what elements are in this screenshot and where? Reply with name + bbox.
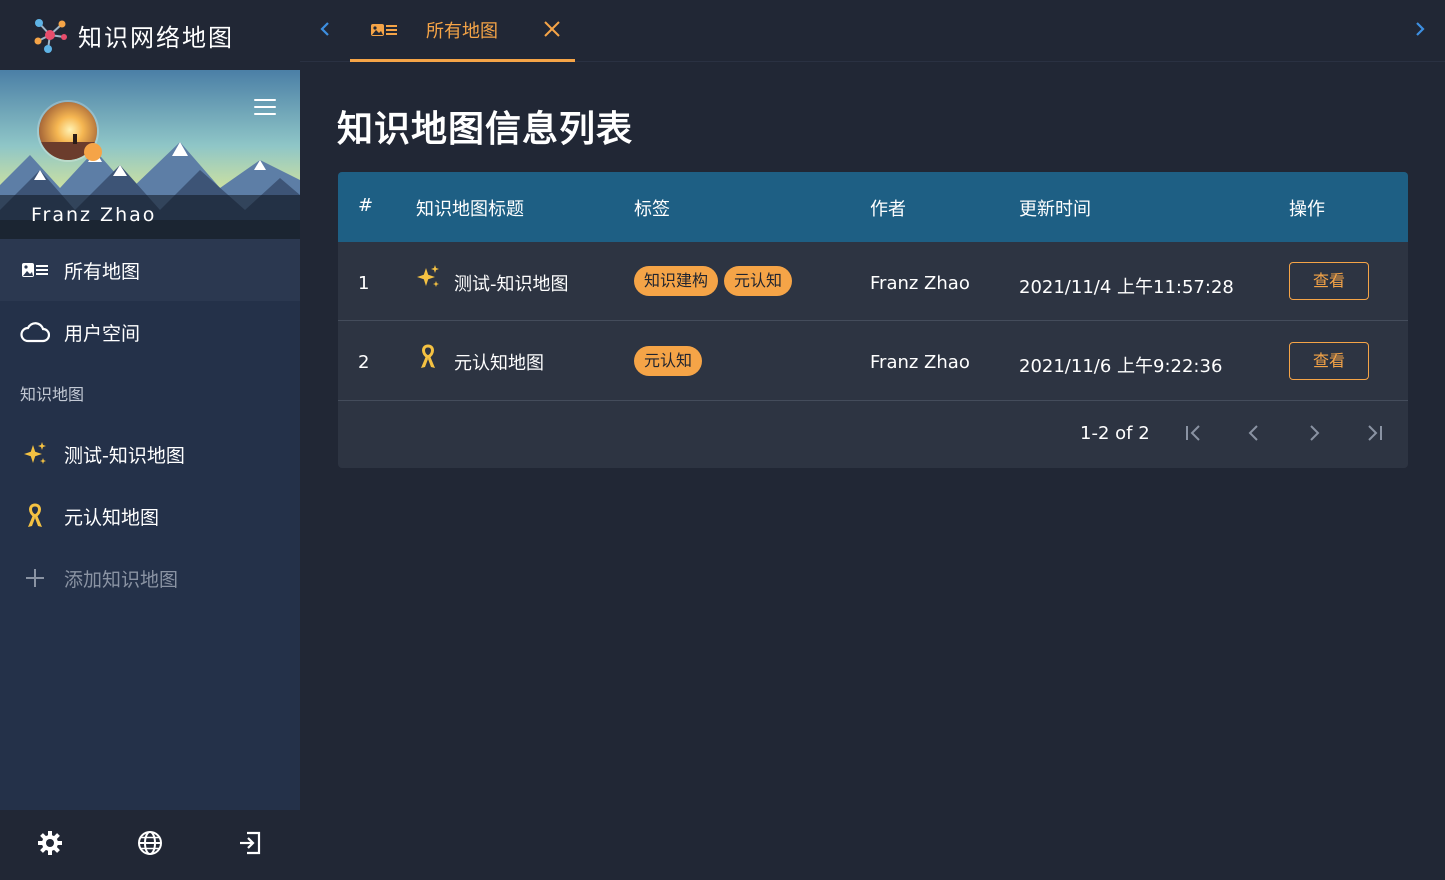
chevron-right-icon xyxy=(1307,424,1321,446)
sidebar-item-label: 元认知地图 xyxy=(64,506,160,529)
column-header-index[interactable]: # xyxy=(358,195,373,216)
row-index: 2 xyxy=(358,352,370,373)
sidebar-item-label: 用户空间 xyxy=(64,322,141,345)
profile-banner: Franz Zhao xyxy=(0,70,300,239)
globe-icon xyxy=(137,830,163,860)
first-page-button[interactable] xyxy=(1180,421,1208,449)
cloud-icon xyxy=(20,317,50,347)
sidebar-item-all-maps[interactable]: 所有地图 xyxy=(0,239,300,301)
sidebar-item-user-space[interactable]: 用户空间 xyxy=(0,301,300,363)
table-row[interactable]: 1 测试-知识地图 知识建构 元认知 Franz Zhao 2021/11/4 … xyxy=(338,242,1408,321)
network-logo-icon xyxy=(30,15,70,55)
app-title: 知识网络地图 xyxy=(78,23,234,52)
menu-toggle-icon[interactable] xyxy=(252,96,278,118)
map-list-icon xyxy=(370,20,398,44)
sidebar-item-test-map[interactable]: 测试-知识地图 xyxy=(0,423,300,485)
sparkles-icon xyxy=(20,439,50,469)
user-name: Franz Zhao xyxy=(31,204,157,226)
language-button[interactable] xyxy=(100,810,200,880)
tag-chip[interactable]: 元认知 xyxy=(724,266,793,296)
page-title: 知识地图信息列表 xyxy=(337,109,634,150)
sidebar-item-metacognition-map[interactable]: 元认知地图 xyxy=(0,485,300,547)
sidebar-item-label: 所有地图 xyxy=(64,260,141,283)
row-author: Franz Zhao xyxy=(870,352,970,373)
sidebar-item-label: 测试-知识地图 xyxy=(64,444,185,467)
settings-button[interactable] xyxy=(0,810,100,880)
chevron-right-icon xyxy=(1414,21,1426,41)
sidebar-footer xyxy=(0,810,300,880)
pagination-range: 1-2 of 2 xyxy=(1080,423,1150,444)
profile-name-bar: Franz Zhao xyxy=(0,195,300,239)
plus-icon xyxy=(20,563,50,593)
view-button[interactable]: 查看 xyxy=(1289,342,1369,380)
sidebar-nav: 所有地图 用户空间 知识地图 测试-知识地图 元认知地图 添加知识地图 xyxy=(0,239,300,609)
brand[interactable]: 知识网络地图 xyxy=(0,0,300,70)
sparkles-icon xyxy=(415,264,441,294)
last-page-button[interactable] xyxy=(1360,421,1388,449)
tag-chip[interactable]: 知识建构 xyxy=(634,266,719,296)
map-list-icon xyxy=(20,255,50,285)
app-root: 知识网络地图 Franz Zhao 所有地图 用户空间 知识地图 测试-知识地图… xyxy=(0,0,1445,880)
column-header-updated[interactable]: 更新时间 xyxy=(1019,195,1091,221)
column-header-tags[interactable]: 标签 xyxy=(634,195,670,221)
tag-chip[interactable]: 元认知 xyxy=(634,346,703,376)
tab-label: 所有地图 xyxy=(426,21,498,42)
tab-scroll-left-button[interactable] xyxy=(313,19,337,43)
first-page-icon xyxy=(1184,424,1204,446)
tab-scroll-right-button[interactable] xyxy=(1408,19,1432,43)
pagination: 1-2 of 2 xyxy=(338,401,1408,468)
ribbon-icon xyxy=(418,344,438,374)
logout-button[interactable] xyxy=(200,810,300,880)
prev-page-button[interactable] xyxy=(1240,421,1268,449)
ribbon-icon xyxy=(20,501,50,531)
tab-active-indicator xyxy=(350,59,575,62)
chevron-left-icon xyxy=(1247,424,1261,446)
chevron-left-icon xyxy=(319,21,331,41)
row-index: 1 xyxy=(358,273,370,294)
tab-bar: 所有地图 xyxy=(300,0,1445,62)
add-map-label: 添加知识地图 xyxy=(64,568,179,591)
sidebar: 知识网络地图 Franz Zhao 所有地图 用户空间 知识地图 测试-知识地图… xyxy=(0,0,300,880)
column-header-author[interactable]: 作者 xyxy=(870,195,906,221)
logout-icon xyxy=(237,830,263,860)
column-header-actions: 操作 xyxy=(1289,199,1325,220)
status-badge xyxy=(84,143,102,161)
sidebar-section-header: 知识地图 xyxy=(20,385,85,404)
row-updated: 2021/11/6 上午9:22:36 xyxy=(1019,356,1223,377)
row-title[interactable]: 元认知地图 xyxy=(454,349,544,375)
table-header: # 知识地图标题 标签 作者 更新时间 操作 xyxy=(338,172,1408,242)
table-row[interactable]: 2 元认知地图 元认知 Franz Zhao 2021/11/6 上午9:22:… xyxy=(338,322,1408,401)
last-page-icon xyxy=(1364,424,1384,446)
next-page-button[interactable] xyxy=(1300,421,1328,449)
close-icon[interactable] xyxy=(542,19,562,43)
view-button[interactable]: 查看 xyxy=(1289,262,1369,300)
row-author: Franz Zhao xyxy=(870,273,970,294)
row-updated: 2021/11/4 上午11:57:28 xyxy=(1019,277,1234,298)
settings-icon xyxy=(37,830,63,860)
column-header-title[interactable]: 知识地图标题 xyxy=(416,195,524,221)
maps-table: # 知识地图标题 标签 作者 更新时间 操作 1 测试-知识地图 知识建构 元认… xyxy=(338,172,1408,468)
add-map-button[interactable]: 添加知识地图 xyxy=(0,547,300,609)
row-title[interactable]: 测试-知识地图 xyxy=(454,270,569,296)
tab-all-maps[interactable]: 所有地图 xyxy=(350,0,575,62)
